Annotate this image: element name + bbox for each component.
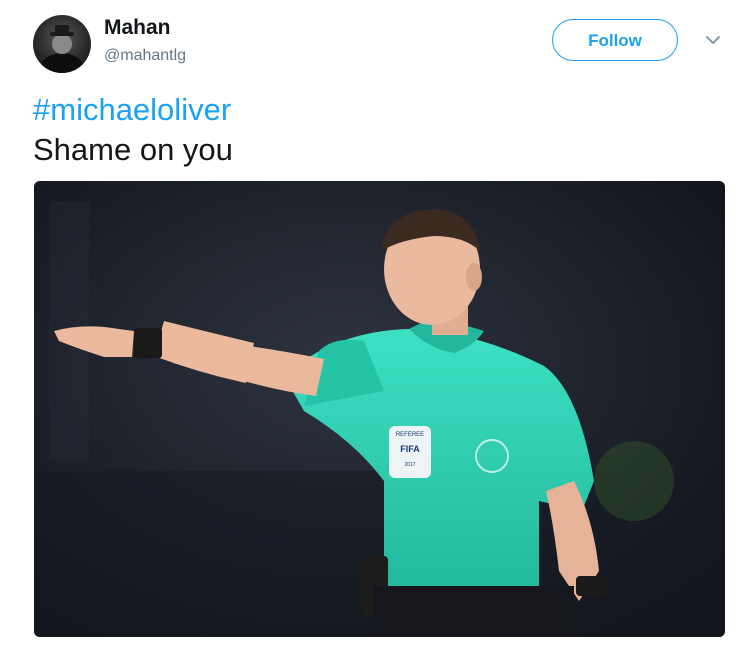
author-handle[interactable]: @mahantlg — [104, 46, 186, 66]
user-avatar-icon — [40, 25, 84, 73]
follow-button[interactable]: Follow — [552, 19, 678, 61]
badge-referee-text: REFEREE — [396, 432, 424, 438]
badge-fifa-text: FIFA — [400, 444, 420, 454]
badge-year-text: 2017 — [404, 462, 415, 468]
author-name[interactable]: Mahan — [104, 15, 171, 41]
tweet-photo[interactable]: REFEREE FIFA 2017 — [34, 181, 725, 637]
hashtag-link[interactable]: #michaeloliver — [33, 91, 231, 129]
chevron-down-icon[interactable] — [704, 33, 722, 47]
avatar[interactable] — [33, 15, 91, 73]
tweet-text: Shame on you — [33, 132, 233, 167]
